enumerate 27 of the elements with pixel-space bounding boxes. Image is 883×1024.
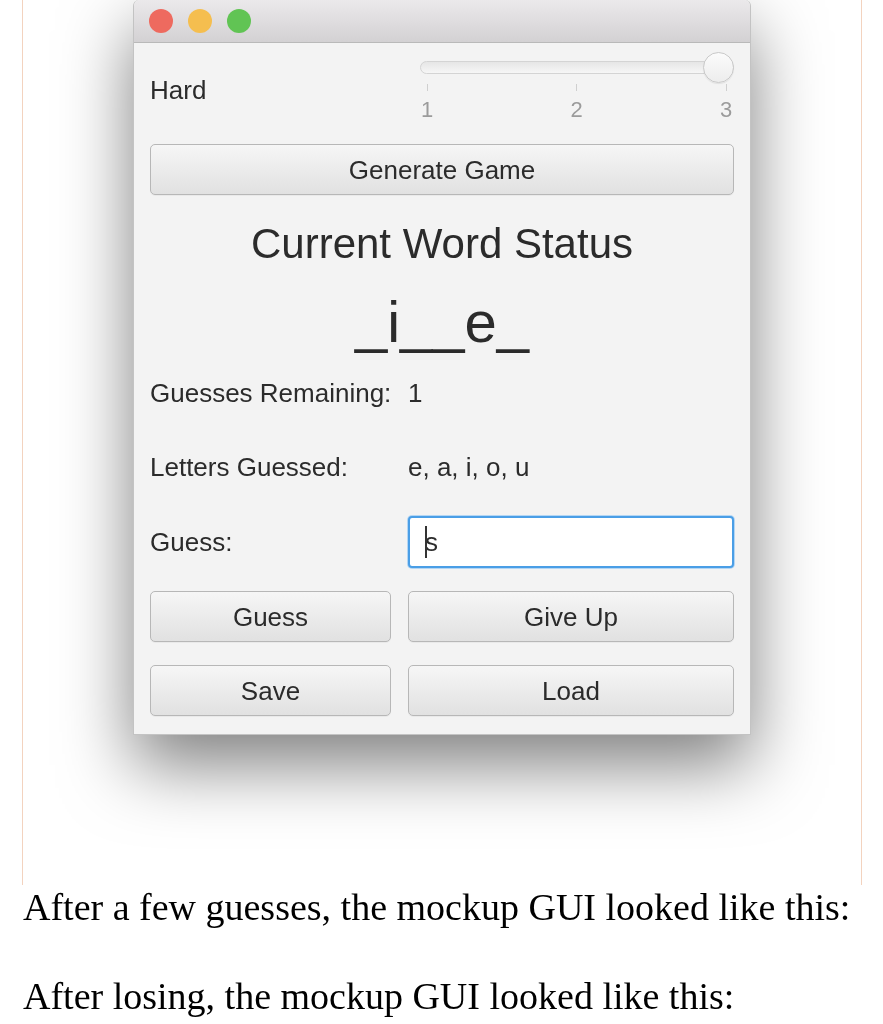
maximize-icon[interactable] — [227, 9, 251, 33]
minimize-icon[interactable] — [188, 9, 212, 33]
tick-label: 1 — [420, 98, 434, 122]
text-caret-icon — [425, 526, 427, 558]
tick-label: 2 — [570, 98, 583, 122]
load-button[interactable]: Load — [408, 665, 734, 716]
stat-label: Guesses Remaining: — [150, 378, 392, 408]
guess-button[interactable]: Guess — [150, 591, 391, 642]
generate-game-button[interactable]: Generate Game — [150, 144, 734, 195]
slider-track[interactable] — [420, 52, 734, 83]
tick-mark — [576, 84, 577, 91]
close-icon[interactable] — [149, 9, 173, 33]
stat-value: e, a, i, o, u — [408, 452, 530, 482]
tick-mark — [725, 84, 727, 91]
word-status-heading: Current Word Status — [249, 220, 634, 268]
difficulty-label: Hard — [150, 75, 207, 105]
give-up-button[interactable]: Give Up — [408, 591, 734, 642]
tick-label: 3 — [719, 98, 733, 122]
stat-label: Letters Guessed: — [150, 452, 348, 482]
save-button[interactable]: Save — [150, 665, 391, 716]
caption-text: After losing, the mockup GUI looked like this: — [23, 974, 735, 1018]
caption-text: After a few guesses, the mockup GUI looked like this: — [23, 885, 851, 929]
guess-label: Guess: — [150, 527, 233, 557]
stat-value: 1 — [408, 378, 423, 408]
masked-word: _i__e_ — [353, 289, 531, 355]
slider-thumb[interactable] — [703, 52, 734, 83]
tick-mark — [426, 84, 428, 91]
